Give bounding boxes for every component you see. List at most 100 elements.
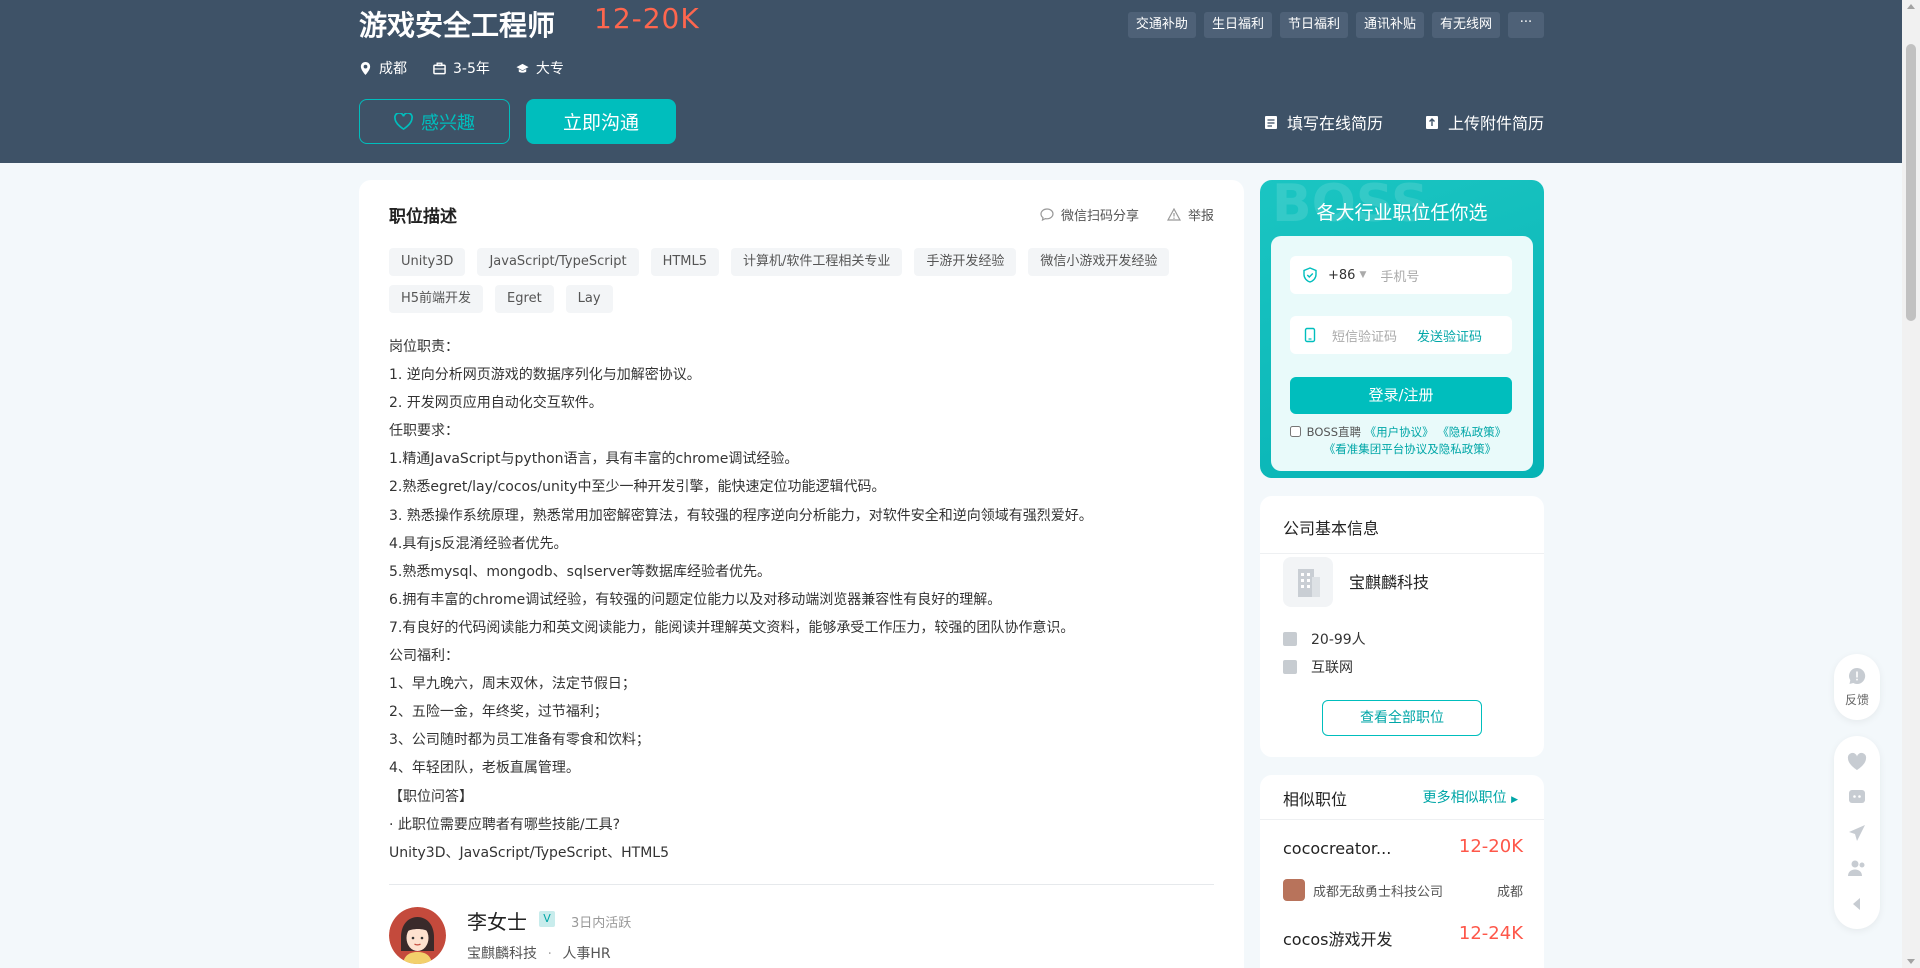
description-line: 2、五险一金，年终奖，过节福利； bbox=[389, 704, 608, 721]
job-experience: 3-5年 bbox=[433, 58, 490, 78]
upload-resume-link[interactable]: 上传附件简历 bbox=[1425, 110, 1544, 134]
more-benefits-button[interactable]: ··· bbox=[1508, 12, 1544, 38]
group-policy-link[interactable]: 《看准集团平台协议及隐私政策》 bbox=[1324, 442, 1497, 456]
verified-badge-icon: V bbox=[539, 911, 555, 927]
description-line: 2.熟悉egret/lay/cocos/unity中至少一种开发引擎，能快速定位… bbox=[389, 479, 886, 496]
description-line: 4.具有js反混淆经验者优先。 bbox=[389, 535, 568, 552]
benefit-tags: 交通补助 生日福利 节日福利 通讯补贴 有无线网 ··· bbox=[1127, 12, 1544, 38]
industry-icon bbox=[1283, 660, 1297, 674]
heart-icon bbox=[394, 113, 413, 130]
share-actions: 微信扫码分享 举报 bbox=[1040, 205, 1214, 224]
mobile-phone-icon bbox=[1304, 327, 1316, 343]
description-line: 【职位问答】 bbox=[389, 788, 473, 805]
warning-icon bbox=[1166, 208, 1181, 221]
description-line: 1. 逆向分析网页游戏的数据序列化与加解密协议。 bbox=[389, 367, 701, 384]
benefit-tag: 有无线网 bbox=[1431, 12, 1500, 38]
briefcase-icon bbox=[433, 62, 446, 74]
chat-bubble-icon bbox=[1040, 208, 1054, 221]
skill-tag: JavaScript/TypeScript bbox=[477, 248, 639, 276]
company-info-card: 公司基本信息 宝麒麟科技 20-99人 互联网 查看全部职位 bbox=[1260, 496, 1544, 757]
recruiter-active-status: 3日内活跃 bbox=[571, 916, 632, 931]
agreement-checkbox[interactable] bbox=[1290, 426, 1301, 437]
view-all-jobs-button[interactable]: 查看全部职位 bbox=[1322, 700, 1482, 736]
description-line: 6.拥有丰富的chrome调试经验，有较强的问题定位能力以及对移动端浏览器兼容性… bbox=[389, 591, 1002, 608]
heart-icon[interactable] bbox=[1847, 752, 1867, 772]
feedback-button[interactable]: 反馈 bbox=[1834, 654, 1880, 720]
feedback-label: 反馈 bbox=[1844, 692, 1869, 707]
divider bbox=[389, 884, 1214, 885]
description-line: 公司福利： bbox=[389, 648, 459, 665]
skill-tag: Unity3D bbox=[389, 248, 466, 276]
divider bbox=[1260, 553, 1544, 554]
user-group-icon[interactable] bbox=[1847, 858, 1867, 878]
company-logo[interactable] bbox=[1283, 557, 1333, 607]
description-line: 2. 开发网页应用自动化交互软件。 bbox=[389, 395, 603, 412]
job-salary: 12-20K bbox=[594, 2, 700, 35]
similar-jobs-title: 相似职位 bbox=[1283, 790, 1348, 809]
chat-now-button[interactable]: 立即沟通 bbox=[526, 99, 676, 144]
scroll-down-arrow-icon[interactable] bbox=[1907, 959, 1915, 964]
page-scrollbar[interactable] bbox=[1902, 0, 1920, 968]
job-title: 游戏安全工程师 bbox=[359, 9, 556, 42]
phone-field[interactable]: +86 ▼ 手机号 bbox=[1290, 256, 1512, 294]
recruiter-company-role: 宝麒麟科技 · 人事HR bbox=[467, 943, 611, 963]
job-education-text: 大专 bbox=[535, 61, 564, 77]
collapse-arrow-icon[interactable] bbox=[1847, 894, 1867, 914]
recruiter-company: 宝麒麟科技 bbox=[467, 946, 537, 962]
upload-file-icon bbox=[1425, 115, 1438, 129]
skill-tag: 手游开发经验 bbox=[914, 248, 1017, 276]
feedback-icon bbox=[1849, 667, 1866, 684]
privacy-policy-link[interactable]: 《隐私政策》 bbox=[1437, 425, 1506, 439]
report-link[interactable]: 举报 bbox=[1166, 205, 1214, 224]
floating-toolbar bbox=[1834, 736, 1880, 929]
agreement-text: BOSS直聘 《用户协议》 《隐私政策》 《看准集团平台协议及隐私政策》 bbox=[1290, 424, 1530, 458]
recruiter-role: 人事HR bbox=[562, 946, 611, 962]
job-experience-text: 3-5年 bbox=[453, 61, 490, 77]
company-industry-row: 互联网 bbox=[1283, 657, 1353, 677]
company-logo bbox=[1283, 879, 1305, 901]
phone-input[interactable]: 手机号 bbox=[1380, 266, 1419, 285]
report-label: 举报 bbox=[1187, 209, 1214, 224]
more-similar-jobs-link[interactable]: 更多相似职位 ▶ bbox=[1423, 787, 1518, 807]
document-icon bbox=[1264, 115, 1277, 129]
send-icon[interactable] bbox=[1847, 823, 1867, 843]
chart-icon bbox=[1283, 632, 1297, 646]
description-line: 3、公司随时都为员工准备有零食和饮料； bbox=[389, 732, 650, 749]
company-name[interactable]: 宝麒麟科技 bbox=[1349, 569, 1429, 593]
chevron-down-icon: ▼ bbox=[1359, 270, 1367, 280]
send-code-button[interactable]: 发送验证码 bbox=[1417, 326, 1482, 345]
sms-code-field[interactable]: 短信验证码 发送验证码 bbox=[1290, 316, 1512, 354]
similar-job-salary: 12-20K bbox=[1458, 836, 1523, 857]
divider bbox=[1260, 819, 1544, 820]
company-industry: 互联网 bbox=[1311, 660, 1353, 676]
similar-job-name: cocos游戏开发 bbox=[1283, 930, 1393, 949]
login-title: 各大行业职位任你选 bbox=[1316, 202, 1488, 224]
user-agreement-link[interactable]: 《用户协议》 bbox=[1365, 425, 1434, 439]
section-title: 职位描述 bbox=[389, 207, 457, 227]
online-resume-link[interactable]: 填写在线简历 bbox=[1264, 110, 1383, 134]
interest-button[interactable]: 感兴趣 bbox=[359, 99, 510, 144]
upload-resume-label: 上传附件简历 bbox=[1447, 114, 1544, 133]
message-icon[interactable] bbox=[1847, 787, 1867, 807]
company-size: 20-99人 bbox=[1311, 632, 1366, 648]
benefit-tag: 节日福利 bbox=[1279, 12, 1348, 38]
job-education: 大专 bbox=[516, 58, 564, 78]
job-description-card: 职位描述 微信扫码分享 举报 Unity3D JavaScript/TypeSc… bbox=[359, 180, 1244, 968]
login-register-button[interactable]: 登录/注册 bbox=[1290, 377, 1512, 414]
shield-icon bbox=[1303, 267, 1317, 283]
scroll-up-arrow-icon[interactable] bbox=[1907, 4, 1915, 9]
wechat-share-link[interactable]: 微信扫码分享 bbox=[1040, 205, 1139, 224]
scrollbar-thumb[interactable] bbox=[1906, 44, 1916, 321]
country-code-select[interactable]: +86 bbox=[1328, 268, 1355, 283]
similar-job-salary: 12-24K bbox=[1458, 923, 1523, 944]
sms-code-input[interactable]: 短信验证码 bbox=[1332, 326, 1397, 345]
online-resume-label: 填写在线简历 bbox=[1286, 114, 1383, 133]
login-panel: BOSS 各大行业职位任你选 +86 ▼ 手机号 短信验证码 发送验证码 登录/… bbox=[1260, 180, 1544, 478]
agreement-prefix: BOSS直聘 bbox=[1306, 425, 1361, 439]
description-line: 任职要求： bbox=[389, 423, 459, 440]
skill-tag: HTML5 bbox=[650, 248, 720, 276]
recruiter-avatar[interactable] bbox=[389, 907, 446, 964]
job-meta: 成都 3-5年 大专 bbox=[359, 58, 564, 78]
description-line: 1.精通JavaScript与python语言，具有丰富的chrome调试经验。 bbox=[389, 451, 799, 468]
job-description-text: 岗位职责： 1. 逆向分析网页游戏的数据序列化与加解密协议。 2. 开发网页应用… bbox=[389, 333, 1229, 867]
